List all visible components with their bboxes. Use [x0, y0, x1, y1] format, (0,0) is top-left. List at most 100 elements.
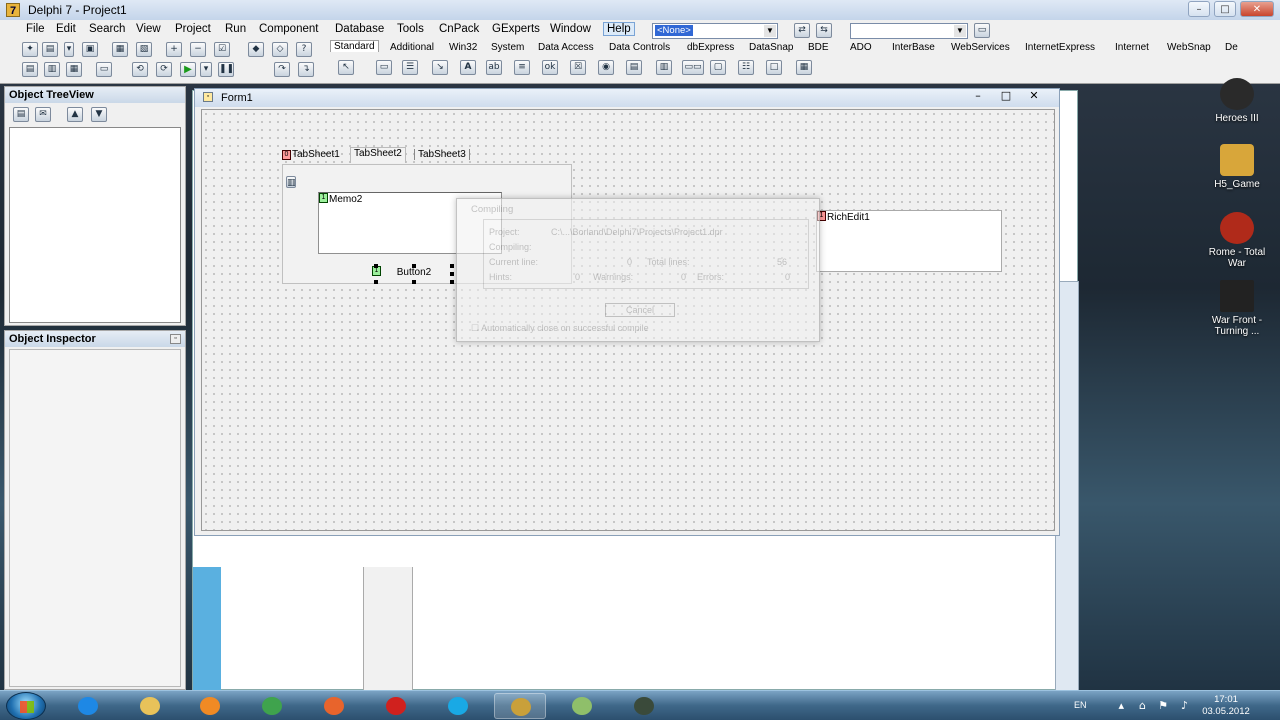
palette-tab-internet[interactable]: Internet	[1115, 42, 1149, 53]
delete-item-icon[interactable]: ✉	[35, 107, 51, 122]
move-up-icon[interactable]: ▲	[67, 107, 83, 122]
taskbar-app-button[interactable]	[618, 693, 670, 719]
open-dropdown-icon[interactable]: ▾	[64, 42, 74, 57]
taskbar-app-button[interactable]	[556, 693, 608, 719]
view-unit-icon[interactable]: ▤	[22, 62, 38, 77]
component-grip-icon[interactable]: ▥	[286, 176, 296, 188]
debug-desktop-icon[interactable]: ⇆	[816, 23, 832, 38]
menu-run[interactable]: Run	[225, 23, 246, 35]
richedit1[interactable]: 1 RichEdit1	[816, 210, 1002, 272]
clock[interactable]: 17:01 03.05.2012	[1196, 694, 1256, 718]
new-item-icon[interactable]: ▤	[13, 107, 29, 122]
scrollbar-icon[interactable]: ▭▭	[682, 60, 704, 75]
menu-project[interactable]: Project	[175, 23, 211, 35]
cancel-button[interactable]: Cancel	[605, 303, 675, 317]
desktop-icon-h5[interactable]: H5_Game	[1199, 144, 1275, 190]
button-icon[interactable]: ok	[542, 60, 558, 75]
open-icon[interactable]: ▤	[42, 42, 58, 57]
tab-tabsheet1[interactable]: TabSheet1	[292, 149, 340, 160]
taskbar-app-button[interactable]	[246, 693, 298, 719]
new-icon[interactable]: ✦	[22, 42, 38, 57]
checkbox-icon[interactable]: ☒	[570, 60, 586, 75]
menu-view[interactable]: View	[136, 23, 161, 35]
menu-database[interactable]: Database	[335, 23, 384, 35]
label-icon[interactable]: A	[460, 60, 476, 75]
network-icon[interactable]: ⌂	[1139, 699, 1146, 712]
taskbar-app-button[interactable]	[432, 693, 484, 719]
treeview-list[interactable]	[9, 127, 181, 323]
chevron-down-icon[interactable]: ▼	[954, 25, 966, 37]
taskbar-app-button[interactable]	[124, 693, 176, 719]
palette-tab-internetexpress[interactable]: InternetExpress	[1025, 42, 1095, 53]
checklist-icon[interactable]: ☑	[214, 42, 230, 57]
add-file-icon[interactable]: +	[166, 42, 182, 57]
palette-tab-data-access[interactable]: Data Access	[538, 42, 594, 53]
panel-icon[interactable]: □	[766, 60, 782, 75]
desktop-icon[interactable]: ▭	[974, 23, 990, 38]
palette-tab-standard[interactable]: Standard	[330, 40, 379, 52]
tray-up-icon[interactable]: ▴	[1118, 699, 1124, 712]
close-button[interactable]: ✕	[1240, 1, 1274, 17]
tab-tabsheet3[interactable]: TabSheet3	[414, 149, 470, 160]
inspector-grid[interactable]	[9, 349, 181, 687]
menu-component[interactable]: Component	[259, 23, 318, 35]
desktop-combo[interactable]: <None> ▼	[652, 23, 778, 39]
component-icon[interactable]: ◆	[248, 42, 264, 57]
menu-help[interactable]: Help	[603, 22, 635, 36]
palette-tab-dbexpress[interactable]: dbExpress	[687, 42, 734, 53]
palette-tab-decision[interactable]: De	[1225, 42, 1238, 53]
menu-gexperts[interactable]: GExperts	[492, 23, 540, 35]
combobox-icon[interactable]: ▥	[656, 60, 672, 75]
selection-handle[interactable]	[450, 280, 454, 284]
selection-handle[interactable]	[374, 280, 378, 284]
save-icon[interactable]: ▣	[82, 42, 98, 57]
button2[interactable]: 1 Button2	[372, 264, 454, 284]
move-down-icon[interactable]: ▼	[91, 107, 107, 122]
menu-search[interactable]: Search	[89, 23, 125, 35]
step-over-icon[interactable]: ↷	[274, 62, 290, 77]
selection-handle[interactable]	[450, 264, 454, 268]
memo-icon[interactable]: ≡	[514, 60, 530, 75]
debug-combo[interactable]: ▼	[850, 23, 968, 39]
save-all-icon[interactable]: ▦	[112, 42, 128, 57]
menu-file[interactable]: File	[26, 23, 45, 35]
menu-cnpack[interactable]: CnPack	[439, 23, 479, 35]
tab-tabsheet2[interactable]: TabSheet2	[350, 147, 406, 163]
selection-handle[interactable]	[412, 264, 416, 268]
auto-close-checkbox[interactable]: ☐ Automatically close on successful comp…	[471, 323, 649, 334]
maximize-button[interactable]: □	[1214, 1, 1236, 17]
package-icon[interactable]: ◇	[272, 42, 288, 57]
desktop-icon-warfront[interactable]: War Front - Turning ...	[1199, 280, 1275, 337]
palette-tab-datasnap[interactable]: DataSnap	[749, 42, 793, 53]
pause-icon[interactable]: ❚❚	[218, 62, 234, 77]
menu-edit[interactable]: Edit	[56, 23, 76, 35]
listbox-icon[interactable]: ▤	[626, 60, 642, 75]
palette-tab-win32[interactable]: Win32	[449, 42, 477, 53]
popupmenu-icon[interactable]: ↘	[432, 60, 448, 75]
palette-tab-ado[interactable]: ADO	[850, 42, 872, 53]
chevron-down-icon[interactable]: ▼	[764, 25, 776, 37]
minimize-button[interactable]: –	[1188, 1, 1210, 17]
palette-tab-webservices[interactable]: WebServices	[951, 42, 1010, 53]
help-icon[interactable]: ?	[296, 42, 312, 57]
run-dropdown-icon[interactable]: ▾	[200, 62, 212, 77]
trace-into-icon[interactable]: ↴	[298, 62, 314, 77]
radiobutton-icon[interactable]: ◉	[598, 60, 614, 75]
step-icon[interactable]: ⟳	[156, 62, 172, 77]
taskbar-app-button[interactable]	[184, 693, 236, 719]
taskbar-app-button[interactable]	[308, 693, 360, 719]
radiogroup-icon[interactable]: ☷	[738, 60, 754, 75]
form-minimize-button[interactable]: –	[969, 89, 987, 102]
menu-window[interactable]: Window	[550, 23, 591, 35]
pointer-icon[interactable]: ↖	[338, 60, 354, 75]
start-button[interactable]	[6, 692, 46, 720]
desktop-icon-heroes[interactable]: Heroes III	[1199, 78, 1275, 124]
run-icon[interactable]: ▶	[180, 62, 196, 77]
flag-icon[interactable]: ⚑	[1158, 699, 1168, 712]
taskbar-app-button[interactable]	[494, 693, 546, 719]
desktop-icon-rome[interactable]: Rome - Total War	[1199, 212, 1275, 269]
edit-icon[interactable]: ab	[486, 60, 502, 75]
selection-handle[interactable]	[450, 272, 454, 276]
taskbar-app-button[interactable]	[370, 693, 422, 719]
view-form-icon[interactable]: ▥	[44, 62, 60, 77]
